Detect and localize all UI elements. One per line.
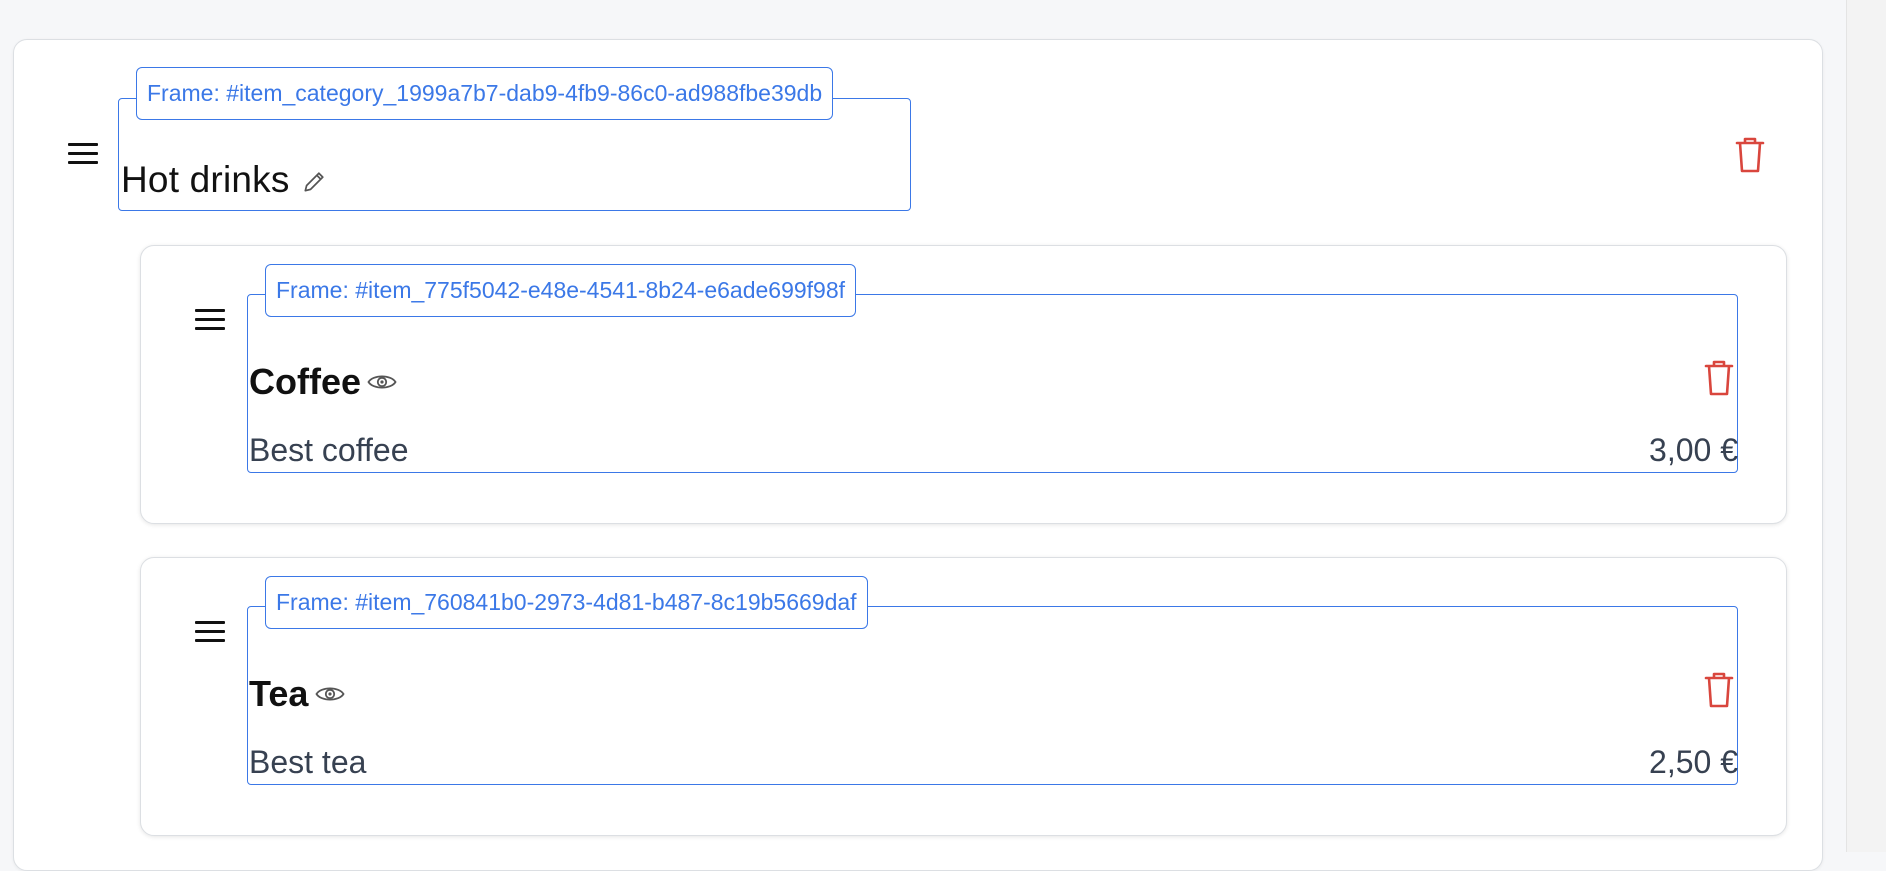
item-drag-handle-icon[interactable]: [195, 307, 225, 333]
item-delete-trash-icon[interactable]: [1704, 672, 1734, 708]
pencil-icon[interactable]: [301, 169, 327, 195]
item-frame-label: Frame: #item_760841b0-2973-4d81-b487-8c1…: [265, 576, 868, 629]
item-card: Frame: #item_775f5042-e48e-4541-8b24-e6a…: [140, 245, 1787, 524]
category-delete-trash-icon[interactable]: [1735, 137, 1765, 173]
item-drag-handle-icon[interactable]: [195, 619, 225, 645]
item-description: Best coffee: [249, 432, 409, 468]
eye-icon[interactable]: [315, 684, 345, 704]
item-card: Frame: #item_760841b0-2973-4d81-b487-8c1…: [140, 557, 1787, 836]
item-title: Coffee: [249, 361, 362, 402]
item-price: 3,00 €: [1649, 432, 1738, 468]
category-drag-handle-icon[interactable]: [68, 141, 98, 167]
item-description: Best tea: [249, 744, 367, 780]
item-title: Tea: [249, 673, 309, 714]
category-card: Frame: #item_category_1999a7b7-dab9-4fb9…: [13, 39, 1823, 871]
category-frame-label: Frame: #item_category_1999a7b7-dab9-4fb9…: [136, 67, 834, 120]
item-frame-label: Frame: #item_775f5042-e48e-4541-8b24-e6a…: [265, 264, 857, 317]
item-frame: [247, 606, 1738, 785]
category-title: Hot drinks: [121, 159, 290, 200]
item-delete-trash-icon[interactable]: [1704, 360, 1734, 396]
scrollbar-track[interactable]: [1846, 0, 1886, 852]
item-price: 2,50 €: [1649, 744, 1738, 780]
eye-icon[interactable]: [367, 372, 397, 392]
item-frame: [247, 294, 1738, 473]
